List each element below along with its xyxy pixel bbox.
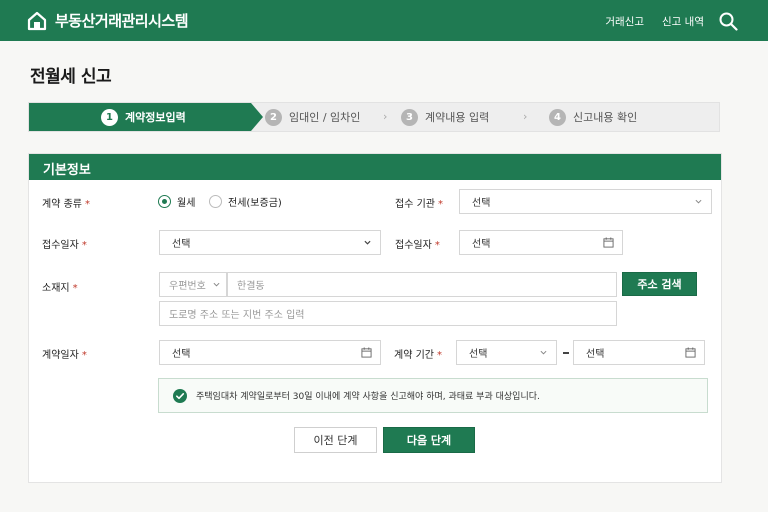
active-step-arrow — [251, 103, 263, 131]
check-circle-icon — [173, 388, 187, 403]
contract-period-start-select[interactable]: 선택 — [456, 340, 557, 365]
radio-unchecked-icon — [209, 195, 222, 208]
contract-date-picker[interactable]: 선택 — [159, 340, 381, 365]
chevron-down-icon — [695, 199, 702, 204]
contract-type-label: 계약 종류 * — [42, 199, 90, 210]
prev-step-button[interactable]: 이전 단계 — [294, 427, 377, 453]
brand[interactable]: 부동산거래관리시스템 — [27, 10, 189, 31]
chevron-down-icon — [540, 350, 547, 355]
address-search-button[interactable]: 주소 검색 — [622, 272, 697, 296]
step-label: 임대인 / 임차인 — [289, 111, 361, 124]
step-4-confirm[interactable]: 4 신고내용 확인 — [549, 103, 637, 131]
zipcode-select[interactable]: 우편번호 — [159, 272, 227, 297]
chevron-right-icon: › — [383, 110, 388, 123]
agency-select[interactable]: 선택 — [459, 189, 712, 214]
radio-jeonse[interactable]: 전세(보증금) — [209, 194, 282, 209]
contract-period-label: 계약 기간 * — [394, 350, 442, 361]
step-number: 4 — [549, 108, 566, 126]
step-number: 3 — [401, 108, 418, 126]
step-number: 1 — [101, 108, 118, 126]
step-1-contract-info[interactable]: 1 계약정보입력 — [29, 103, 251, 131]
agency-label: 접수 기관 * — [395, 199, 443, 210]
nav-transaction-report[interactable]: 거래신고 — [605, 14, 644, 29]
address-label: 소재지 * — [42, 283, 78, 294]
period-separator — [563, 352, 569, 354]
calendar-icon — [361, 347, 372, 358]
page-title: 전월세 신고 — [30, 67, 112, 87]
top-navigation-bar: 부동산거래관리시스템 거래신고 신고 내역 — [0, 0, 768, 41]
search-icon[interactable] — [718, 11, 738, 31]
contract-date-label: 계약일자 * — [42, 350, 87, 361]
next-step-button[interactable]: 다음 단계 — [383, 427, 475, 453]
receipt-date-picker[interactable]: 선택 — [459, 230, 623, 255]
top-menu: 거래신고 신고 내역 — [605, 14, 704, 29]
address-detail-input[interactable]: 도로명 주소 또는 지번 주소 입력 — [159, 301, 617, 326]
contract-period-end-picker[interactable]: 선택 — [573, 340, 705, 365]
receipt-date-select[interactable]: 선택 — [159, 230, 381, 255]
radio-monthly-rent[interactable]: 월세 — [158, 194, 195, 209]
progress-stepper: 1 계약정보입력 2 임대인 / 임차인 › 3 계약내용 입력 › 4 신고내… — [28, 102, 720, 132]
zipcode-input[interactable]: 한결동 — [227, 272, 617, 297]
chevron-down-icon — [364, 240, 371, 245]
section-title: 기본정보 — [29, 154, 721, 180]
calendar-icon — [685, 347, 696, 358]
step-number: 2 — [265, 108, 282, 126]
chevron-down-icon — [213, 282, 220, 287]
step-2-parties[interactable]: 2 임대인 / 임차인 — [265, 103, 360, 131]
step-label: 신고내용 확인 — [573, 111, 638, 124]
radio-checked-icon — [158, 195, 171, 208]
step-label: 계약정보입력 — [125, 111, 186, 124]
receipt-date-right-label: 접수일자 * — [395, 240, 440, 251]
nav-report-history[interactable]: 신고 내역 — [662, 14, 704, 29]
receipt-date-label: 접수일자 * — [42, 240, 87, 251]
notice-text: 주택임대차 계약일로부터 30일 이내에 계약 사항을 신고해야 하며, 과태료… — [196, 392, 540, 402]
calendar-icon — [603, 237, 614, 248]
house-logo-icon — [27, 11, 47, 30]
chevron-right-icon: › — [523, 110, 528, 123]
brand-name: 부동산거래관리시스템 — [55, 12, 189, 30]
step-3-contract-detail[interactable]: 3 계약내용 입력 — [401, 103, 489, 131]
step-label: 계약내용 입력 — [425, 111, 490, 124]
notice-box: 주택임대차 계약일로부터 30일 이내에 계약 사항을 신고해야 하며, 과태료… — [158, 378, 708, 413]
